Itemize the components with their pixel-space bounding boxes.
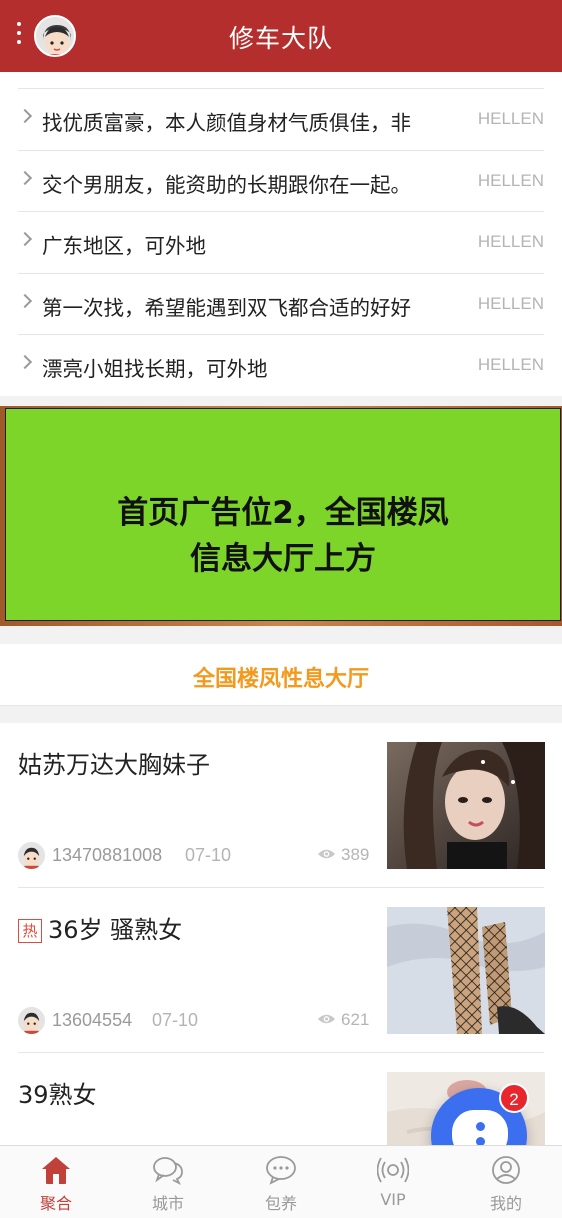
unread-badge: 2	[499, 1083, 529, 1113]
notice-text: 第一次找，希望能遇到双飞都合适的好好	[42, 296, 411, 320]
poster-avatar	[18, 842, 45, 869]
notice-text: 漂亮小姐找长期，可外地	[42, 357, 268, 381]
ad-text-line2: 信息大厅上方	[190, 541, 376, 577]
chevron-right-icon	[17, 108, 33, 124]
chevron-right-icon	[17, 354, 33, 370]
notice-author: HELLEN	[477, 294, 544, 313]
notice-item[interactable]: 找优质富豪，本人颜值身材气质俱佳，非 HELLEN	[17, 88, 544, 149]
ad-text-line1: 首页广告位2，全国楼凤	[117, 495, 449, 531]
post-title: 36岁 骚熟女	[48, 916, 183, 944]
tab-label: 我的	[489, 1194, 522, 1213]
notice-author: HELLEN	[477, 109, 544, 128]
top-header: 修车大队	[0, 0, 562, 72]
notice-author: HELLEN	[477, 355, 544, 374]
tab-label: 聚合	[39, 1194, 72, 1213]
chat-dot	[476, 1122, 485, 1131]
avatar-cartoon-icon	[18, 842, 45, 869]
view-count: 389	[341, 845, 370, 864]
post-thumbnail[interactable]	[387, 907, 545, 1034]
bottom-tab-bar: 聚合 城市 包养 VIP 我的	[0, 1145, 562, 1218]
tab-vip[interactable]: VIP	[337, 1146, 449, 1218]
post-thumbnail[interactable]	[387, 742, 545, 869]
home-icon	[42, 1157, 70, 1184]
tab-label: 包养	[264, 1194, 297, 1213]
section-title: 全国楼凤性息大厅	[192, 667, 369, 692]
notice-item[interactable]: 广东地区，可外地 HELLEN	[17, 211, 544, 272]
chevron-right-icon	[17, 231, 33, 247]
notice-list: 找优质富豪，本人颜值身材气质俱佳，非 HELLEN 交个男朋友，能资助的长期跟你…	[0, 72, 562, 396]
message-icon	[266, 1156, 296, 1185]
chevron-right-icon	[17, 170, 33, 186]
post-card[interactable]: 热 36岁 骚熟女 13604554 07-10 621	[0, 888, 562, 1053]
tab-home[interactable]: 聚合	[0, 1146, 112, 1218]
post-photo	[387, 907, 545, 1034]
post-date: 07-10	[185, 845, 232, 865]
post-title: 39熟女	[18, 1081, 97, 1109]
post-date: 07-10	[152, 1010, 199, 1030]
eye-icon	[317, 1014, 336, 1024]
post-card[interactable]: 姑苏万达大胸妹子 13470881008 07-10 389	[0, 723, 562, 888]
post-title: 姑苏万达大胸妹子	[18, 751, 210, 779]
eye-icon	[317, 849, 336, 859]
tab-label: 城市	[151, 1194, 184, 1213]
poster-phone: 13604554	[52, 1010, 133, 1030]
section-header: 全国楼凤性息大厅	[0, 644, 562, 706]
chat-bubbles-icon	[153, 1157, 183, 1185]
notice-author: HELLEN	[477, 171, 544, 190]
notice-author: HELLEN	[477, 232, 544, 251]
page-title: 修车大队	[228, 24, 333, 53]
tab-mine[interactable]: 我的	[450, 1146, 562, 1218]
avatar-cartoon-icon	[18, 1007, 45, 1034]
tab-label: VIP	[380, 1190, 406, 1209]
app-page: 修车大队 找优质富豪，本人颜值身材气质俱佳，非 HELLEN 交个男朋友，能资助…	[0, 0, 562, 1218]
poster-phone: 13470881008	[52, 845, 163, 865]
ad-banner[interactable]: 首页广告位2，全国楼凤 信息大厅上方	[0, 406, 562, 626]
notice-text: 广东地区，可外地	[42, 234, 206, 258]
notice-item[interactable]: 第一次找，希望能遇到双飞都合适的好好 HELLEN	[17, 273, 544, 334]
notice-item[interactable]: 漂亮小姐找长期，可外地 HELLEN	[17, 334, 544, 395]
hot-badge: 热	[18, 919, 42, 943]
post-title-row: 热 36岁 骚熟女	[18, 910, 182, 945]
notice-text: 交个男朋友，能资助的长期跟你在一起。	[42, 173, 411, 197]
user-icon	[492, 1156, 520, 1184]
post-list: 姑苏万达大胸妹子 13470881008 07-10 389 热 36岁 骚熟女…	[0, 723, 562, 1199]
post-photo	[387, 742, 545, 869]
view-count: 621	[341, 1010, 370, 1029]
notice-text: 找优质富豪，本人颜值身材气质俱佳，非	[42, 111, 411, 135]
notice-item[interactable]: 交个男朋友，能资助的长期跟你在一起。 HELLEN	[17, 150, 544, 211]
broadcast-icon	[377, 1157, 409, 1183]
chevron-right-icon	[17, 293, 33, 309]
ad-banner-panel: 首页广告位2，全国楼凤 信息大厅上方	[5, 408, 561, 621]
poster-avatar	[18, 1007, 45, 1034]
tab-city[interactable]: 城市	[112, 1146, 224, 1218]
tab-keep[interactable]: 包养	[225, 1146, 337, 1218]
